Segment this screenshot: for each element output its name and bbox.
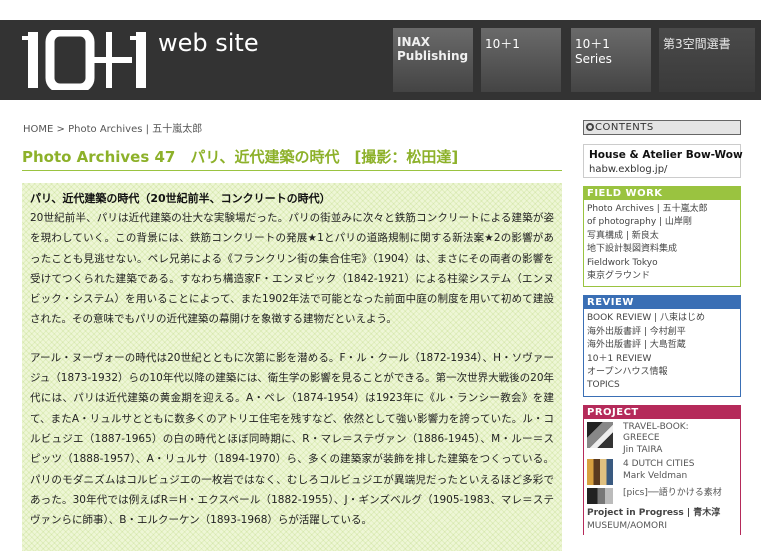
- top-white-strip: [0, 0, 761, 20]
- breadcrumb-home[interactable]: HOME: [23, 124, 53, 135]
- field-work-link[interactable]: 地下設計製図資料集成: [587, 243, 737, 256]
- article-paragraph: 20世紀前半、パリは近代建築の壮大な実験場だった。パリの街並みに次々と鉄筋コンク…: [30, 212, 554, 326]
- project-line: Jin TAIRA: [623, 444, 663, 455]
- nav-inax-publishing[interactable]: INAX Publishing: [393, 28, 473, 92]
- field-work-link[interactable]: of photography | 山岸剛: [587, 216, 737, 229]
- field-work-link[interactable]: 東京グラウンド: [587, 270, 737, 283]
- nav-10plus1[interactable]: 10＋1: [481, 28, 561, 92]
- logo-web-site-text: web site: [158, 29, 259, 57]
- review-link[interactable]: TOPICS: [587, 379, 737, 392]
- project-item[interactable]: TRAVEL-BOOK: GREECE Jin TAIRA: [587, 421, 737, 457]
- nav-label: INAX Publishing: [397, 35, 469, 63]
- project-line: Mark Veldman: [623, 470, 688, 481]
- greece-thumbnail-icon: [587, 421, 613, 448]
- project-line: GREECE: [623, 433, 660, 444]
- review-header: REVIEW: [584, 296, 740, 310]
- breadcrumb-pipe: |: [145, 124, 150, 135]
- field-work-link[interactable]: Fieldwork Tokyo: [587, 257, 737, 270]
- nav-label: 10＋1 Series: [575, 37, 612, 66]
- title-divider: [22, 170, 562, 171]
- review-link[interactable]: 海外出版書評 | 大島哲蔵: [587, 339, 737, 352]
- project-line: TRAVEL-BOOK:: [623, 421, 689, 432]
- breadcrumb-sep: >: [56, 124, 65, 135]
- review-link[interactable]: 海外出版書評 | 今村創平: [587, 326, 737, 339]
- review-link[interactable]: オープンハウス情報: [587, 366, 737, 379]
- article-heading: パリ、近代建築の時代（20世紀前半、コンクリートの時代）: [30, 192, 331, 205]
- bow-wow-box[interactable]: House & Atelier Bow-Wow habw.exblog.jp/: [583, 144, 743, 178]
- bow-wow-link[interactable]: habw.exblog.jp/: [589, 164, 735, 175]
- breadcrumb-author: 五十嵐太郎: [152, 124, 203, 135]
- project-line: 4 DUTCH CITIES: [623, 459, 695, 470]
- project-section: PROJECT TRAVEL-BOOK: GREECE Jin TAIRA 4 …: [583, 404, 741, 535]
- pics-thumbnail-icon: [587, 488, 613, 505]
- contents-header: CONTENTS: [583, 120, 741, 135]
- review-link[interactable]: BOOK REVIEW | 八束はじめ: [587, 312, 737, 325]
- project-header: PROJECT: [584, 405, 740, 419]
- field-work-header: FIELD WORK: [584, 187, 740, 200]
- nav-third-space-books[interactable]: 第3空間選書: [659, 28, 755, 92]
- breadcrumb-section[interactable]: Photo Archives: [68, 124, 142, 135]
- site-header: web site INAX Publishing 10＋1 10＋1 Serie…: [0, 20, 761, 100]
- review-link[interactable]: 10＋1 REVIEW: [587, 353, 737, 366]
- sidebar: CONTENTS House & Atelier Bow-Wow habw.ex…: [583, 120, 743, 535]
- site-logo[interactable]: [22, 30, 154, 90]
- nav-10plus1-series[interactable]: 10＋1 Series: [571, 28, 651, 92]
- project-item[interactable]: 4 DUTCH CITIES Mark Veldman: [587, 459, 737, 486]
- project-in-progress[interactable]: Project in Progress | 青木淳: [587, 507, 737, 520]
- project-line: [pics]──語りかける素材: [623, 488, 722, 499]
- nav-label: 10＋1: [485, 37, 520, 51]
- nav-label: 第3空間選書: [663, 37, 731, 51]
- field-work-section: FIELD WORK Photo Archives | 五十嵐太郎 of pho…: [583, 186, 741, 288]
- logo-10plus1-icon: [22, 30, 146, 90]
- field-work-link[interactable]: Photo Archives | 五十嵐太郎: [587, 203, 737, 216]
- breadcrumb: HOME > Photo Archives | 五十嵐太郎: [23, 120, 202, 135]
- bow-wow-title[interactable]: House & Atelier Bow-Wow: [589, 149, 743, 161]
- circle-bullet-icon: [586, 123, 594, 131]
- dutch-cities-thumbnail-icon: [587, 459, 613, 486]
- review-section: REVIEW BOOK REVIEW | 八束はじめ 海外出版書評 | 今村創平…: [583, 295, 741, 397]
- page-title: Photo Archives 47 パリ、近代建築の時代 [撮影：松田達]: [22, 148, 459, 166]
- article-body: パリ、近代建築の時代（20世紀前半、コンクリートの時代） 20世紀前半、パリは近…: [22, 183, 562, 551]
- field-work-link[interactable]: 写真構成 | 新良太: [587, 230, 737, 243]
- project-in-progress-sub[interactable]: MUSEUM/AOMORI: [587, 521, 737, 532]
- article-paragraph: アール・ヌーヴォーの時代は20世紀とともに次第に影を潜める。F・ル・クール（18…: [30, 351, 555, 527]
- project-item[interactable]: [pics]──語りかける素材: [587, 488, 737, 505]
- contents-label: CONTENTS: [595, 122, 654, 133]
